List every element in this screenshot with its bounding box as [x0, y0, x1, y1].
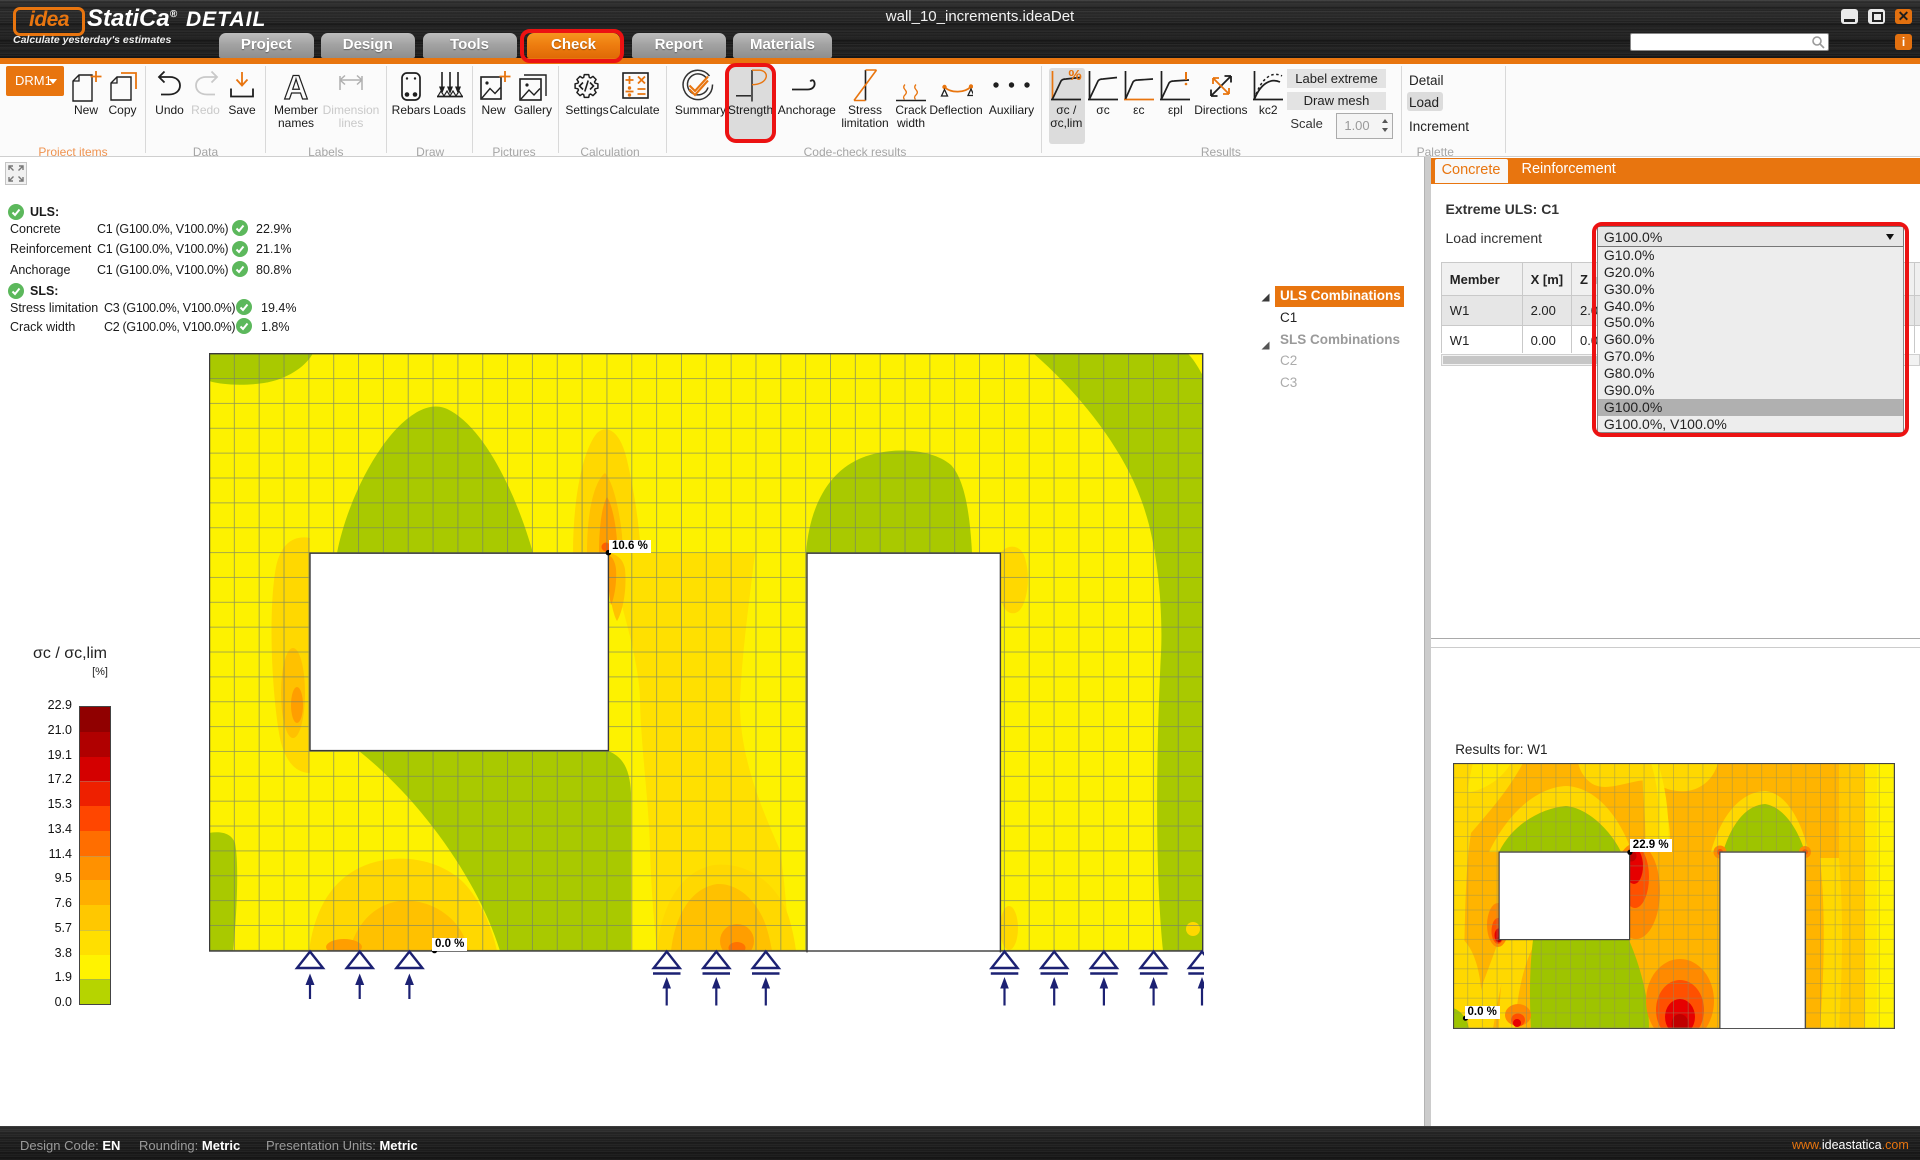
- svg-text:A: A: [284, 69, 309, 103]
- svg-text:%: %: [1069, 69, 1082, 84]
